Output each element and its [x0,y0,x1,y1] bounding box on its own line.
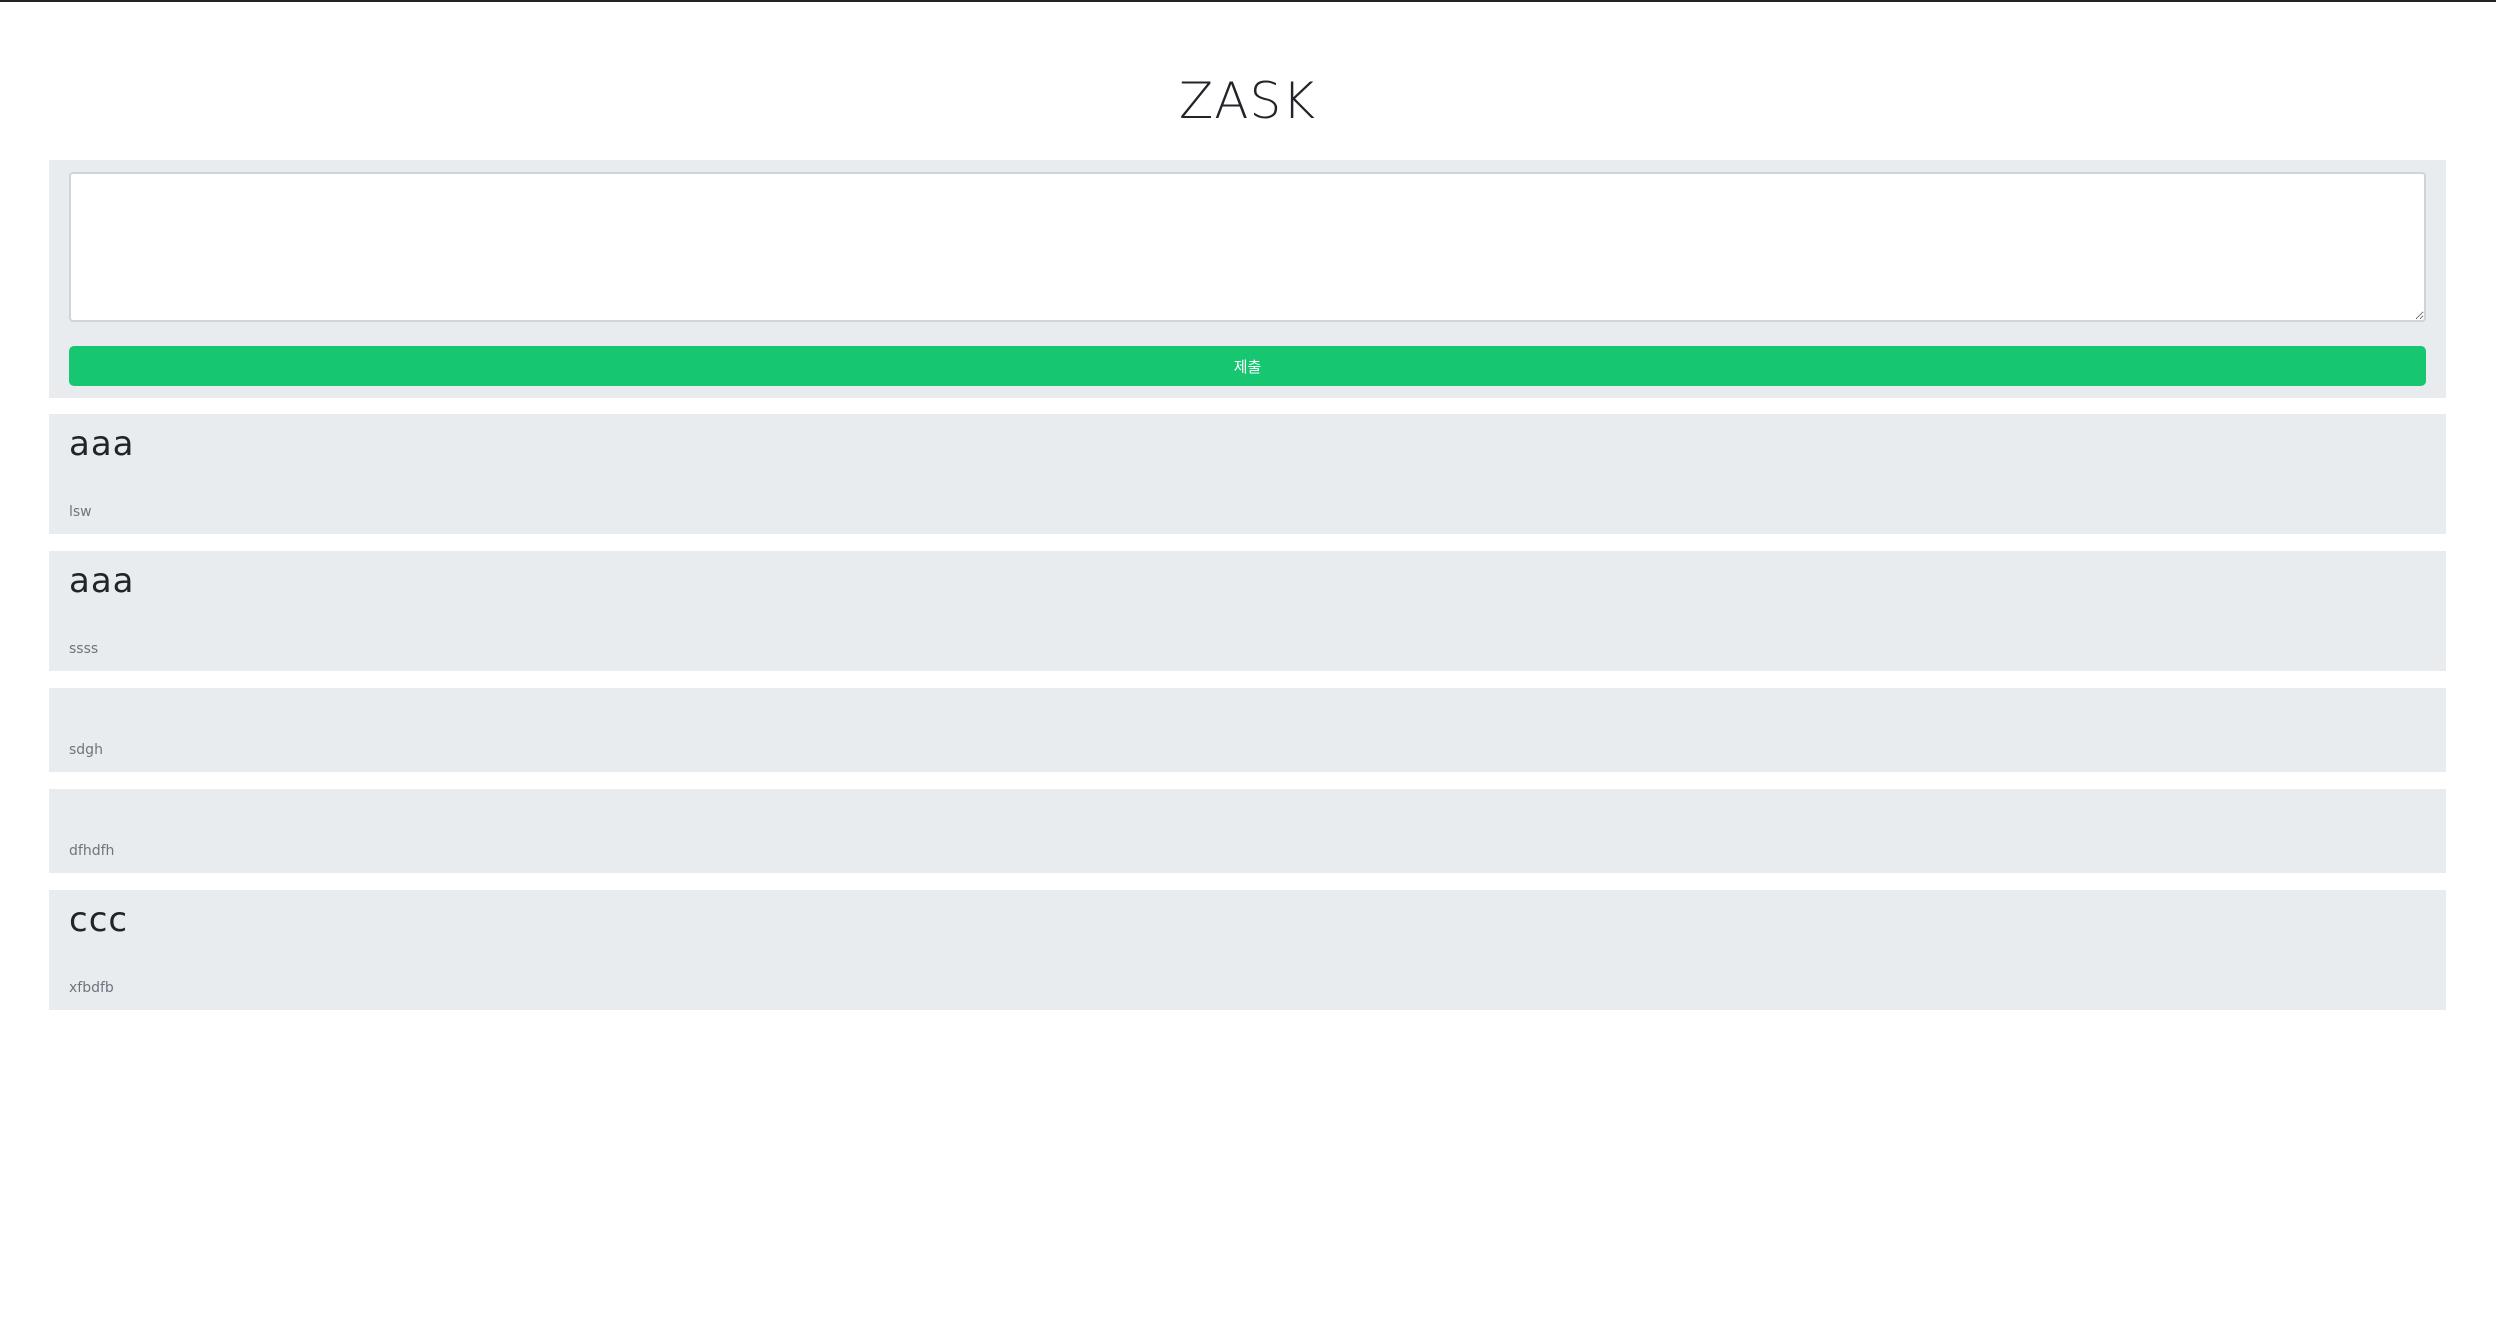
post-title: aaa [69,561,135,601]
post-card: dfhdfh [49,789,2446,873]
post-author: xfbdfb [69,980,114,996]
post-card: ccc xfbdfb [49,890,2446,1010]
post-author: sdgh [69,742,103,758]
post-card: aaa ssss [49,551,2446,671]
post-form: 제출 [49,160,2446,398]
post-title: ccc [69,900,129,940]
main-container: ZASK 제출 aaa lsw aaa ssss sdgh dfhdfh ccc… [49,0,2446,1027]
post-list: aaa lsw aaa ssss sdgh dfhdfh ccc xfbdfb [49,414,2446,1010]
post-author: lsw [69,504,92,520]
post-author: ssss [69,641,99,657]
post-author: dfhdfh [69,843,115,859]
post-title: aaa [69,424,135,464]
post-textarea[interactable] [69,172,2426,322]
submit-button[interactable]: 제출 [69,346,2426,386]
post-card: aaa lsw [49,414,2446,534]
page-title: ZASK [1179,72,1316,130]
post-card: sdgh [49,688,2446,772]
